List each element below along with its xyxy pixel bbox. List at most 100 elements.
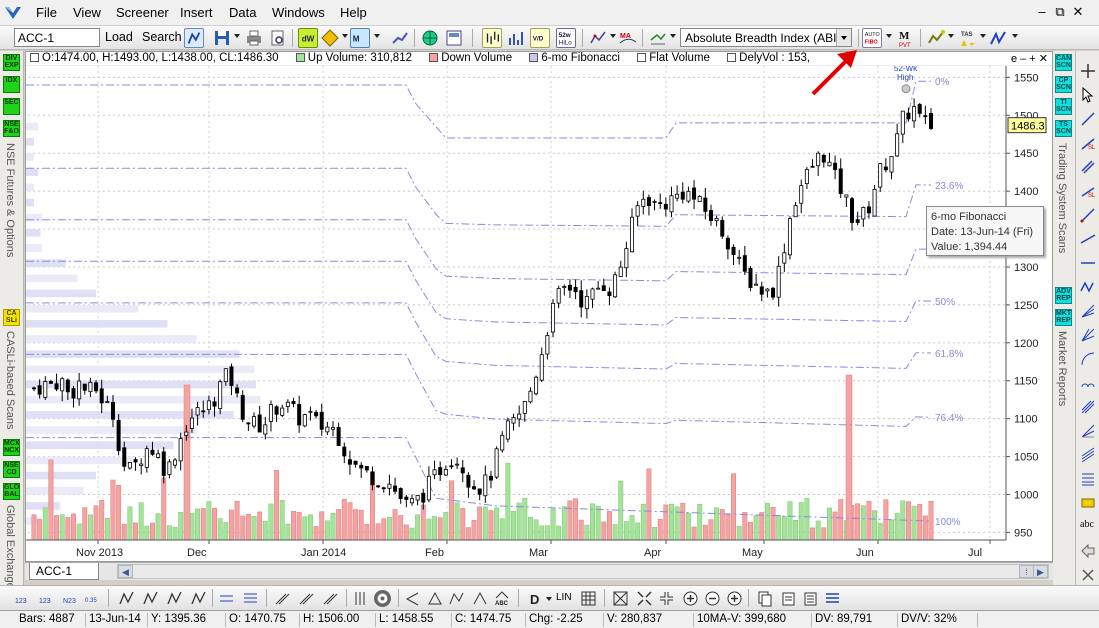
extended-line-icon[interactable] — [1080, 231, 1096, 247]
horizontal-scrollbar[interactable]: ◀ ⁞ ▶ — [117, 564, 1049, 579]
menu-windows[interactable]: Windows — [272, 5, 325, 20]
parallel-icon-3[interactable] — [322, 590, 339, 607]
arrow-annotation-icon[interactable] — [1080, 543, 1096, 559]
harmonic-icon[interactable] — [448, 590, 465, 607]
save-icon[interactable] — [212, 28, 232, 48]
ms-icon[interactable]: M — [350, 28, 370, 48]
triangle-icon[interactable] — [426, 590, 443, 607]
regression-icon[interactable] — [1080, 447, 1096, 463]
sidebar-btn-ts-scn[interactable]: TS SCN — [1055, 120, 1072, 137]
chart-tab[interactable]: ACC-1 — [29, 563, 99, 580]
minimize-button[interactable]: – — [1033, 4, 1051, 19]
restore-button[interactable]: ⧉ — [1051, 4, 1069, 20]
sidebar-btn-mcx[interactable]: MCX NCX — [3, 439, 20, 456]
wave-icon-3[interactable] — [166, 590, 183, 607]
numbering-icon-1[interactable]: 123 — [14, 590, 31, 607]
pivot-icon[interactable]: MPVT — [896, 28, 916, 48]
volume-icon[interactable] — [506, 28, 526, 48]
channel-icon[interactable] — [1080, 159, 1096, 175]
scroll-end-icon[interactable]: ⁞ — [1019, 565, 1034, 578]
expand-icon[interactable] — [636, 590, 653, 607]
ma-icon[interactable]: MA — [618, 28, 638, 48]
section-global-exchange[interactable]: Global Exchange — [4, 505, 16, 589]
data-icon[interactable] — [824, 590, 841, 607]
sl-line-icon[interactable]: SL — [1080, 135, 1096, 151]
abc-pattern-icon[interactable]: ABC — [494, 590, 511, 607]
chart-panel[interactable]: O:1474.00, H:1493.00, L:1438.00, CL:1486… — [25, 51, 1053, 562]
grid-icon[interactable] — [580, 590, 597, 607]
template-icon[interactable] — [802, 590, 819, 607]
close-button[interactable]: ✕ — [1069, 4, 1087, 20]
indicator-icon[interactable] — [588, 28, 608, 48]
menu-screener[interactable]: Screener — [116, 5, 169, 20]
bars-chart-icon[interactable] — [482, 28, 502, 48]
parallel-icon-1[interactable] — [274, 590, 291, 607]
sidebar-btn-ti-scn[interactable]: TI SCN — [1055, 98, 1072, 115]
target-icon[interactable] — [374, 590, 391, 607]
menu-insert[interactable]: Insert — [180, 5, 213, 20]
speed-line-icon[interactable] — [1080, 423, 1096, 439]
sidebar-btn-div-exp[interactable]: DIV EXP — [3, 54, 20, 71]
signal-icon[interactable] — [926, 28, 946, 48]
sl-channel-icon[interactable]: SL — [1080, 183, 1096, 199]
sidebar-btn-idx[interactable]: IDX — [3, 76, 20, 93]
vid-icon[interactable]: V/D — [530, 28, 550, 48]
level-line-icon[interactable] — [218, 590, 235, 607]
sidebar-btn-mkt-rep[interactable]: MKT REP — [1055, 309, 1072, 326]
cycle-lines-icon[interactable] — [352, 590, 369, 607]
copy-icon[interactable] — [756, 590, 773, 607]
sidebar-btn-sec[interactable]: SEC — [3, 98, 20, 115]
fib-fan-icon[interactable] — [1080, 303, 1096, 319]
chart-type-icon[interactable] — [184, 28, 204, 48]
sidebar-btn-nse-cd[interactable]: NSE CD — [3, 461, 20, 478]
scroll-right-icon[interactable]: ▶ — [1033, 565, 1048, 578]
section-casli-scans[interactable]: CASLi-based Scans — [4, 331, 16, 429]
cycle-icon[interactable] — [1080, 375, 1096, 391]
shape-icon[interactable] — [1080, 495, 1096, 511]
sidebar-btn-can-scn[interactable]: CAN SCN — [1055, 54, 1072, 71]
sidebar-btn-adv-rep[interactable]: ADV REP — [1055, 287, 1072, 304]
compress-icon[interactable] — [658, 590, 675, 607]
wave-icon-1[interactable] — [118, 590, 135, 607]
sidebar-btn-cp-scn[interactable]: CP SCN — [1055, 76, 1072, 93]
search-button[interactable]: Search — [142, 30, 182, 44]
d-menu-icon[interactable]: D — [528, 590, 545, 607]
arc-icon[interactable] — [1080, 351, 1096, 367]
parallel-icon-2[interactable] — [298, 590, 315, 607]
ts-pen-icon[interactable] — [988, 28, 1008, 48]
globe-icon[interactable] — [420, 28, 440, 48]
diamond-icon[interactable] — [320, 28, 340, 48]
gann-icon[interactable] — [1080, 327, 1096, 343]
menu-file[interactable]: File — [36, 5, 57, 20]
pointer-icon[interactable] — [1080, 87, 1096, 103]
load-button[interactable]: Load — [105, 30, 133, 44]
price-chart[interactable]: 0%23.6%38.2%50%61.8%76.4%100% 9501000105… — [26, 66, 1052, 561]
ray-icon[interactable] — [1080, 207, 1096, 223]
sidebar-btn-casli[interactable]: CA SLi — [3, 309, 20, 326]
legend-controls[interactable]: e – + ✕ — [1007, 52, 1048, 65]
print-icon[interactable] — [244, 28, 264, 48]
lin-toggle[interactable]: LIN — [556, 592, 572, 603]
text-tool-icon[interactable]: abc — [1080, 519, 1096, 535]
menu-view[interactable]: View — [73, 5, 101, 20]
zoom-fit-icon[interactable] — [726, 590, 743, 607]
horizontal-line-icon[interactable] — [1080, 255, 1096, 271]
menu-help[interactable]: Help — [340, 5, 367, 20]
section-market-reports[interactable]: Market Reports — [1056, 331, 1068, 406]
sidebar-btn-global[interactable]: GLO BAL — [3, 483, 20, 500]
numbering-icon-2[interactable]: 123 — [38, 590, 55, 607]
symbol-input[interactable] — [14, 28, 100, 47]
paste-icon[interactable] — [780, 590, 797, 607]
numbering-icon-4[interactable]: 0.35 — [84, 590, 101, 607]
dw-icon[interactable]: dW — [298, 28, 318, 48]
crosshair-icon[interactable] — [1080, 63, 1096, 79]
pitchfork-icon[interactable] — [1080, 399, 1096, 415]
zigzag-icon[interactable] — [1080, 279, 1096, 295]
wave-icon-4[interactable] — [190, 590, 207, 607]
level-line-icon-2[interactable] — [242, 590, 259, 607]
marker-icon[interactable] — [1080, 567, 1096, 583]
envelope-icon[interactable] — [648, 28, 668, 48]
section-trading-system-scans[interactable]: Trading System Scans — [1056, 143, 1068, 253]
pattern-icon[interactable] — [472, 590, 489, 607]
zoom-in-icon[interactable] — [682, 590, 699, 607]
